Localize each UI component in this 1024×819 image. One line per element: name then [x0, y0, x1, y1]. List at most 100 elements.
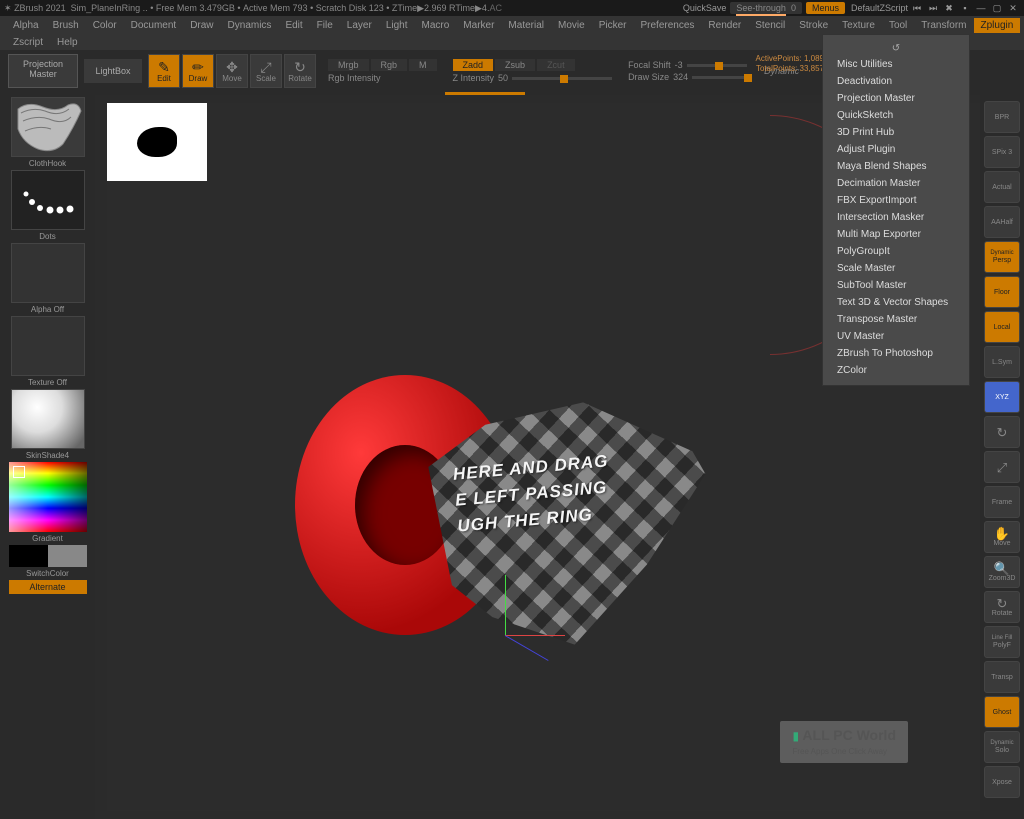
plugin-projection-master[interactable]: Projection Master: [823, 90, 969, 107]
seethrough-slider[interactable]: See-through 0: [730, 2, 802, 14]
--button[interactable]: ⤢: [984, 451, 1020, 483]
menu-layer[interactable]: Layer: [340, 18, 379, 33]
win-btn-3[interactable]: ✖: [942, 3, 956, 14]
menu-alpha[interactable]: Alpha: [6, 18, 46, 33]
brush-thumbnail[interactable]: [11, 97, 85, 157]
plugin-maya-blend-shapes[interactable]: Maya Blend Shapes: [823, 158, 969, 175]
mrgb-button[interactable]: Mrgb: [328, 59, 369, 71]
alpha-thumbnail[interactable]: [11, 243, 85, 303]
menus-toggle[interactable]: Menus: [806, 2, 845, 14]
plugin-uv-master[interactable]: UV Master: [823, 328, 969, 345]
frame-button[interactable]: Frame: [984, 486, 1020, 518]
menu-preferences[interactable]: Preferences: [633, 18, 701, 33]
l-sym-button[interactable]: L.Sym: [984, 346, 1020, 378]
menu-movie[interactable]: Movie: [551, 18, 592, 33]
alternate-button[interactable]: Alternate: [9, 580, 87, 594]
plugin-subtool-master[interactable]: SubTool Master: [823, 277, 969, 294]
menu-edit[interactable]: Edit: [278, 18, 309, 33]
menu-marker[interactable]: Marker: [456, 18, 501, 33]
plugin-multi-map-exporter[interactable]: Multi Map Exporter: [823, 226, 969, 243]
plugin-zbrush-to-photoshop[interactable]: ZBrush To Photoshop: [823, 345, 969, 362]
aahalf-button[interactable]: AAHalf: [984, 206, 1020, 238]
m-button[interactable]: M: [409, 59, 437, 71]
menu-render[interactable]: Render: [701, 18, 748, 33]
plugin-3d-print-hub[interactable]: 3D Print Hub: [823, 124, 969, 141]
lightbox-button[interactable]: LightBox: [84, 59, 142, 83]
material-thumbnail[interactable]: [11, 389, 85, 449]
edit-mode-button[interactable]: ✎Edit: [148, 54, 180, 88]
texture-thumbnail[interactable]: [11, 316, 85, 376]
transp-button[interactable]: Transp: [984, 661, 1020, 693]
plugin-zcolor[interactable]: ZColor: [823, 362, 969, 379]
draw-mode-button[interactable]: ✏Draw: [182, 54, 214, 88]
color-picker[interactable]: [9, 462, 87, 532]
polyf-button[interactable]: Line FillPolyF: [984, 626, 1020, 658]
minimize-button[interactable]: —: [974, 3, 988, 13]
spix-3-button[interactable]: SPix 3: [984, 136, 1020, 168]
z-intensity-slider[interactable]: Z Intensity 50: [453, 73, 613, 83]
history-icon[interactable]: ↺: [823, 41, 969, 56]
menu-dynamics[interactable]: Dynamics: [221, 18, 279, 33]
switch-color[interactable]: [9, 545, 87, 567]
win-btn-1[interactable]: ⏮: [910, 3, 924, 14]
menu-macro[interactable]: Macro: [415, 18, 457, 33]
focal-shift-slider[interactable]: Focal Shift -3: [628, 60, 752, 70]
persp-button[interactable]: DynamicPersp: [984, 241, 1020, 273]
menu-texture[interactable]: Texture: [835, 18, 882, 33]
menu-brush[interactable]: Brush: [46, 18, 86, 33]
projection-master-button[interactable]: Projection Master: [8, 54, 78, 88]
menu-stroke[interactable]: Stroke: [792, 18, 835, 33]
actual-button[interactable]: Actual: [984, 171, 1020, 203]
menu-material[interactable]: Material: [501, 18, 551, 33]
menu-document[interactable]: Document: [124, 18, 184, 33]
floor-button[interactable]: Floor: [984, 276, 1020, 308]
menu-draw[interactable]: Draw: [183, 18, 220, 33]
menu-zscript[interactable]: Zscript: [6, 36, 50, 49]
move-button[interactable]: ✋Move: [984, 521, 1020, 553]
plugin-polygroupit[interactable]: PolyGroupIt: [823, 243, 969, 260]
rotate-button[interactable]: ↻Rotate: [984, 591, 1020, 623]
plugin-intersection-masker[interactable]: Intersection Masker: [823, 209, 969, 226]
maximize-button[interactable]: ▢: [990, 3, 1004, 14]
plugin-deactivation[interactable]: Deactivation: [823, 73, 969, 90]
rgb-button[interactable]: Rgb: [371, 59, 408, 71]
draw-size-slider[interactable]: Draw Size 324: [628, 72, 752, 82]
zcut-button[interactable]: Zcut: [537, 59, 575, 71]
ghost-button[interactable]: Ghost: [984, 696, 1020, 728]
close-button[interactable]: ✕: [1006, 3, 1020, 14]
plugin-scale-master[interactable]: Scale Master: [823, 260, 969, 277]
win-btn-4[interactable]: ▪: [958, 3, 972, 13]
plugin-transpose-master[interactable]: Transpose Master: [823, 311, 969, 328]
menu-file[interactable]: File: [310, 18, 340, 33]
rotate-mode-button[interactable]: ↻Rotate: [284, 54, 316, 88]
plugin-adjust-plugin[interactable]: Adjust Plugin: [823, 141, 969, 158]
plugin-decimation-master[interactable]: Decimation Master: [823, 175, 969, 192]
zsub-button[interactable]: Zsub: [495, 59, 535, 71]
plugin-text-3d-vector-shapes[interactable]: Text 3D & Vector Shapes: [823, 294, 969, 311]
scale-mode-button[interactable]: ⤢Scale: [250, 54, 282, 88]
menu-stencil[interactable]: Stencil: [748, 18, 792, 33]
menu-color[interactable]: Color: [86, 18, 124, 33]
menu-light[interactable]: Light: [379, 18, 415, 33]
quicksave-button[interactable]: QuickSave: [683, 3, 727, 13]
plugin-quicksketch[interactable]: QuickSketch: [823, 107, 969, 124]
solo-button[interactable]: DynamicSolo: [984, 731, 1020, 763]
menu-zplugin[interactable]: Zplugin: [974, 18, 1021, 33]
xyz-button[interactable]: XYZ: [984, 381, 1020, 413]
menu-picker[interactable]: Picker: [592, 18, 634, 33]
bpr-button[interactable]: BPR: [984, 101, 1020, 133]
menu-help[interactable]: Help: [50, 36, 85, 49]
menu-tool[interactable]: Tool: [882, 18, 914, 33]
move-mode-button[interactable]: ✥Move: [216, 54, 248, 88]
zoom3d-button[interactable]: 🔍Zoom3D: [984, 556, 1020, 588]
plugin-fbx-exportimport[interactable]: FBX ExportImport: [823, 192, 969, 209]
--button[interactable]: ↻: [984, 416, 1020, 448]
stroke-thumbnail[interactable]: [11, 170, 85, 230]
plugin-misc-utilities[interactable]: Misc Utilities: [823, 56, 969, 73]
local-button[interactable]: Local: [984, 311, 1020, 343]
default-zscript[interactable]: DefaultZScript: [851, 3, 908, 13]
xpose-button[interactable]: Xpose: [984, 766, 1020, 798]
zadd-button[interactable]: Zadd: [453, 59, 494, 71]
win-btn-2[interactable]: ⏭: [926, 3, 940, 14]
menu-transform[interactable]: Transform: [914, 18, 973, 33]
